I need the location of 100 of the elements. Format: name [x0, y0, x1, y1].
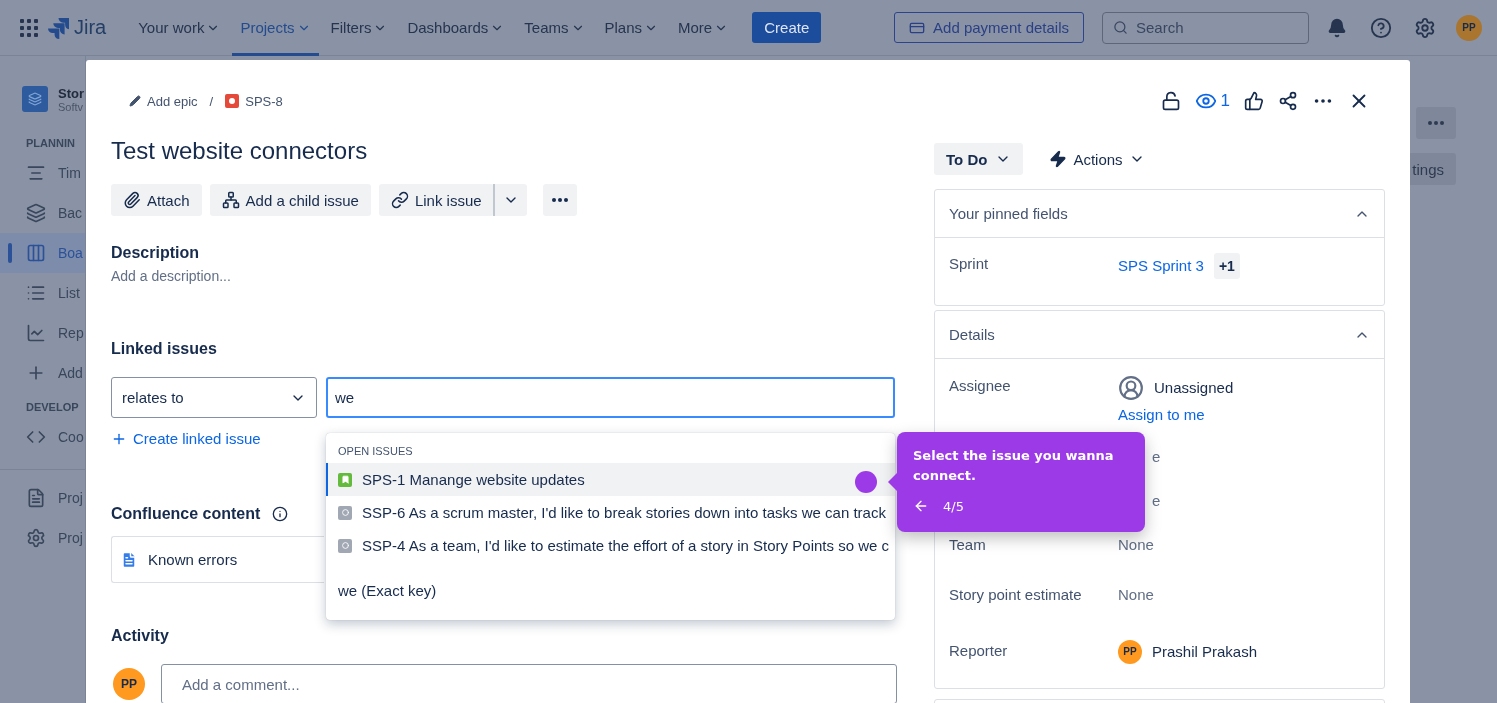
panel-header[interactable]: Details	[935, 311, 1384, 359]
share-icon[interactable]	[1278, 91, 1298, 111]
lock-icon[interactable]	[1160, 91, 1181, 111]
nav-menu[interactable]: More	[670, 0, 737, 56]
field-value: Unassigned	[1154, 378, 1234, 398]
suggestion-item[interactable]: SSP-4 As a team, I'd like to estimate the effort of a story in Story Points so we c	[326, 529, 895, 562]
add-epic-link[interactable]: Add epic	[129, 93, 198, 109]
notification-icon[interactable]	[1327, 17, 1347, 38]
user-icon	[1118, 375, 1144, 401]
nav-menu[interactable]: Plans	[596, 0, 667, 56]
sidebar-item[interactable]: Coo	[0, 417, 85, 457]
link-type-select[interactable]: relates to	[111, 377, 317, 418]
user-avatar[interactable]: PP	[1456, 14, 1482, 41]
app-grid-icon[interactable]	[20, 18, 38, 37]
sidebar-item[interactable]: Proj	[0, 478, 85, 518]
confluence-page-card[interactable]: Known errors	[111, 536, 324, 583]
actions-button[interactable]: Actions	[1043, 149, 1151, 169]
nav-menu[interactable]: Your work	[130, 0, 229, 56]
tooltip-text: Select the issue you wanna connect.	[913, 447, 1115, 485]
document-icon	[120, 550, 138, 569]
search-icon	[1113, 20, 1128, 35]
settings-icon[interactable]	[1414, 16, 1436, 39]
step-counter: 4/5	[943, 498, 964, 514]
info-icon	[272, 506, 289, 522]
field-value: None	[1118, 535, 1155, 555]
nav-menu[interactable]: Projects	[232, 0, 319, 56]
watch-button[interactable]: 1	[1194, 90, 1230, 112]
issue-title: Test website connectors	[111, 136, 368, 166]
sprint-link[interactable]: SPS Sprint 3	[1118, 255, 1204, 277]
jira-logo-icon	[48, 16, 70, 39]
sidebar-item[interactable]: List	[0, 273, 85, 313]
line-chart-icon	[26, 323, 46, 343]
field-value: Prashil Prakash	[1152, 642, 1258, 662]
suggestion-item[interactable]: we (Exact key)	[326, 570, 895, 610]
field-value: None	[1118, 585, 1155, 605]
assign-link[interactable]: Assign to me	[1118, 404, 1205, 426]
nav-menu[interactable]: Filters	[322, 0, 396, 56]
field-value: e	[1152, 491, 1162, 511]
create-button[interactable]: Create	[752, 12, 822, 43]
bug-icon	[225, 94, 240, 108]
nav-menu[interactable]: Dashboards	[399, 0, 513, 56]
section-heading: Description	[111, 243, 199, 263]
group-heading: OPEN ISSUES	[337, 445, 414, 459]
project-type: Softv	[58, 101, 84, 113]
field-label: Story point estimate	[949, 585, 1083, 605]
field-label: Assignee	[949, 376, 1012, 396]
link-icon	[390, 191, 409, 209]
section-heading: PLANNIN	[25, 136, 76, 151]
create-linked-issue-link[interactable]: Create linked issue	[111, 430, 261, 447]
product-name: Jira	[74, 16, 107, 39]
hierarchy-icon	[221, 191, 240, 209]
count-badge: +1	[1213, 253, 1240, 279]
comment-field[interactable]: Add a comment...	[161, 664, 897, 703]
sidebar-item[interactable]: Tim	[0, 153, 85, 193]
stack-icon	[26, 203, 46, 223]
search-field[interactable]: Search	[1102, 11, 1309, 44]
project-name: Stor	[58, 86, 84, 101]
paperclip-icon	[123, 191, 141, 209]
issue-key-link[interactable]: SPS-8	[225, 93, 283, 109]
pencil-icon	[129, 95, 141, 107]
section-heading: Activity	[111, 626, 169, 646]
section-heading: DEVELOP	[25, 400, 80, 415]
payment-button[interactable]: Add payment details	[894, 12, 1084, 43]
panel-header[interactable]: Your pinned fields	[935, 190, 1384, 238]
like-icon[interactable]	[1244, 91, 1264, 111]
back-icon	[913, 498, 929, 514]
document-icon	[26, 488, 46, 508]
toolbar-button[interactable]: Add a child issue	[209, 184, 371, 216]
columns-icon	[26, 243, 46, 263]
suggestion-item[interactable]: SPS-1 Manange website updates	[326, 463, 895, 496]
gear-icon	[26, 528, 46, 548]
lightning-icon	[1049, 150, 1068, 168]
sidebar-item[interactable]: Rep	[0, 313, 85, 353]
project-logo-icon	[22, 86, 48, 112]
issue-search-field[interactable]: we	[326, 377, 895, 418]
toolbar-button[interactable]: Attach	[111, 184, 202, 216]
timeline-icon	[26, 163, 46, 183]
sidebar-item[interactable]: Proj	[0, 518, 85, 558]
field-value: e	[1152, 447, 1162, 467]
field-label: Reporter	[949, 641, 1009, 661]
toolbar-button[interactable]: Link issue	[378, 184, 494, 216]
more-icon	[551, 198, 568, 202]
user-avatar: PP	[1118, 640, 1142, 664]
help-icon[interactable]	[1370, 16, 1392, 39]
breadcrumb-separator: /	[209, 93, 214, 109]
more-button[interactable]	[542, 184, 577, 216]
section-heading: Linked issues	[111, 339, 217, 359]
field-label: Team	[949, 535, 987, 555]
list-icon	[26, 283, 46, 303]
sidebar-item[interactable]: Bac	[0, 193, 85, 233]
sidebar-item[interactable]: Add	[0, 353, 85, 393]
section-heading: Confluence content	[111, 504, 261, 524]
status-button[interactable]: To Do	[934, 143, 1024, 175]
user-avatar: PP	[113, 668, 145, 700]
field-label: Sprint	[949, 254, 990, 274]
suggestion-item[interactable]: SSP-6 As a scrum master, I'd like to break stories down into tasks we can track	[326, 496, 895, 529]
more-icon	[1428, 121, 1444, 125]
bookmark-icon	[338, 472, 352, 487]
description-field[interactable]: Add a description...	[111, 268, 231, 284]
nav-menu[interactable]: Teams	[516, 0, 593, 56]
